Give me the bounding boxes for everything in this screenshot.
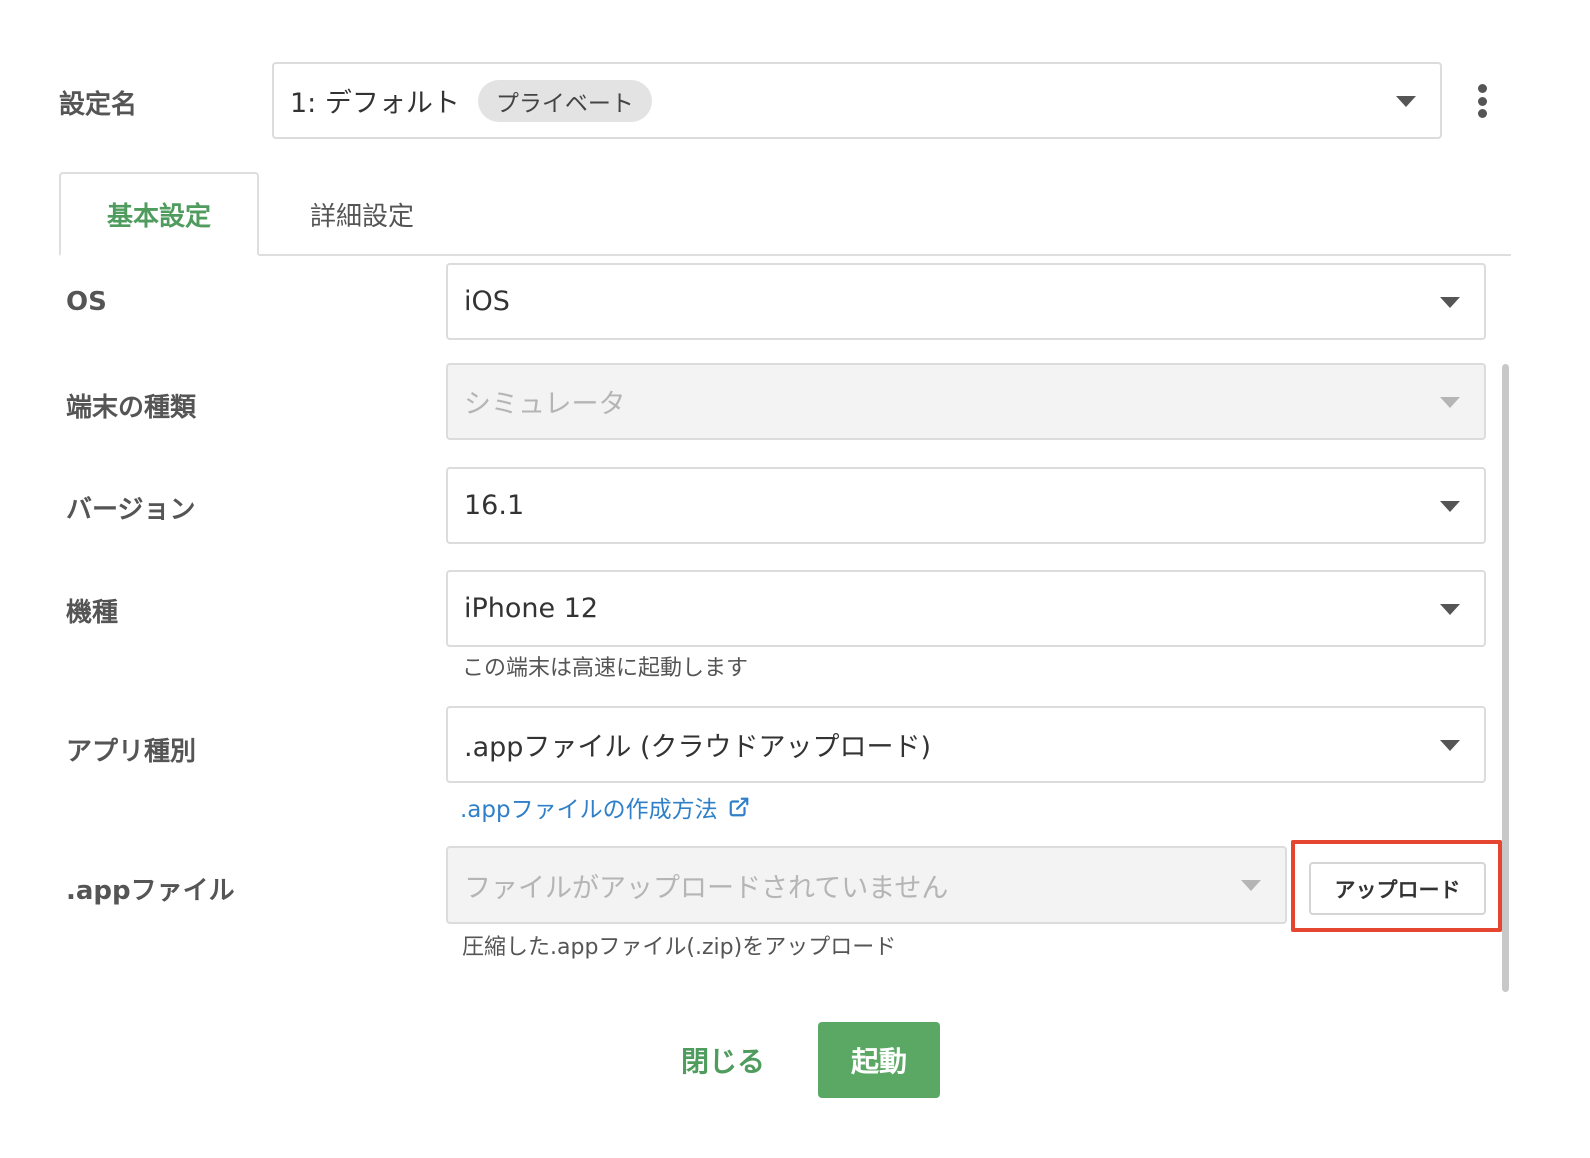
caret-down-icon [1241, 880, 1261, 891]
app-file-howto-link[interactable]: .appファイルの作成方法 [460, 790, 750, 824]
launch-settings-dialog: 設定名 1: デフォルト プライベート 基本設定 詳細設定 OS iOS 端末の… [0, 0, 1590, 1158]
caret-down-icon [1440, 739, 1460, 751]
app-type-value: .appファイル (クラウドアップロード) [464, 732, 932, 763]
scrollbar[interactable] [1502, 364, 1509, 992]
config-name-label: 設定名 [59, 90, 138, 120]
model-value: iPhone 12 [464, 593, 599, 624]
close-button[interactable]: 閉じる [664, 1022, 782, 1098]
version-label: バージョン [66, 495, 196, 525]
device-type-value: シミュレータ [464, 389, 626, 420]
version-value: 16.1 [464, 490, 525, 521]
caret-down-icon [1396, 95, 1416, 107]
config-name-select[interactable]: 1: デフォルト プライベート [272, 62, 1442, 139]
caret-down-icon [1440, 396, 1460, 408]
model-label: 機種 [66, 598, 119, 628]
model-hint: この端末は高速に起動します [462, 656, 749, 681]
kebab-menu-icon[interactable] [1470, 82, 1494, 120]
private-badge: プライベート [477, 79, 652, 122]
model-select[interactable]: iPhone 12 [446, 570, 1486, 647]
caret-down-icon [1440, 296, 1460, 308]
os-label: OS [66, 287, 107, 317]
app-file-select: ファイルがアップロードされていません [446, 846, 1287, 924]
config-name-value: 1: デフォルト [290, 88, 460, 119]
os-value: iOS [464, 286, 510, 317]
app-file-label: .appファイル [66, 876, 235, 906]
app-type-select[interactable]: .appファイル (クラウドアップロード) [446, 706, 1486, 783]
caret-down-icon [1440, 500, 1460, 512]
external-link-icon [729, 797, 748, 817]
app-file-hint: 圧縮した.appファイル(.zip)をアップロード [462, 935, 897, 960]
app-type-label: アプリ種別 [66, 737, 197, 767]
device-type-label: 端末の種類 [66, 393, 197, 423]
app-file-placeholder: ファイルがアップロードされていません [464, 872, 949, 904]
kebab-dot [1477, 96, 1487, 106]
caret-down-icon [1440, 603, 1460, 615]
os-select[interactable]: iOS [446, 263, 1486, 340]
device-type-select: シミュレータ [446, 363, 1486, 440]
kebab-dot [1477, 109, 1487, 118]
app-file-howto-text: .appファイルの作成方法 [460, 797, 718, 823]
start-button[interactable]: 起動 [818, 1022, 940, 1098]
kebab-dot [1477, 84, 1487, 93]
version-select[interactable]: 16.1 [446, 467, 1486, 544]
upload-button[interactable]: アップロード [1309, 862, 1486, 915]
tab-advanced-settings[interactable]: 詳細設定 [262, 172, 462, 256]
tab-basic-settings[interactable]: 基本設定 [59, 172, 259, 256]
